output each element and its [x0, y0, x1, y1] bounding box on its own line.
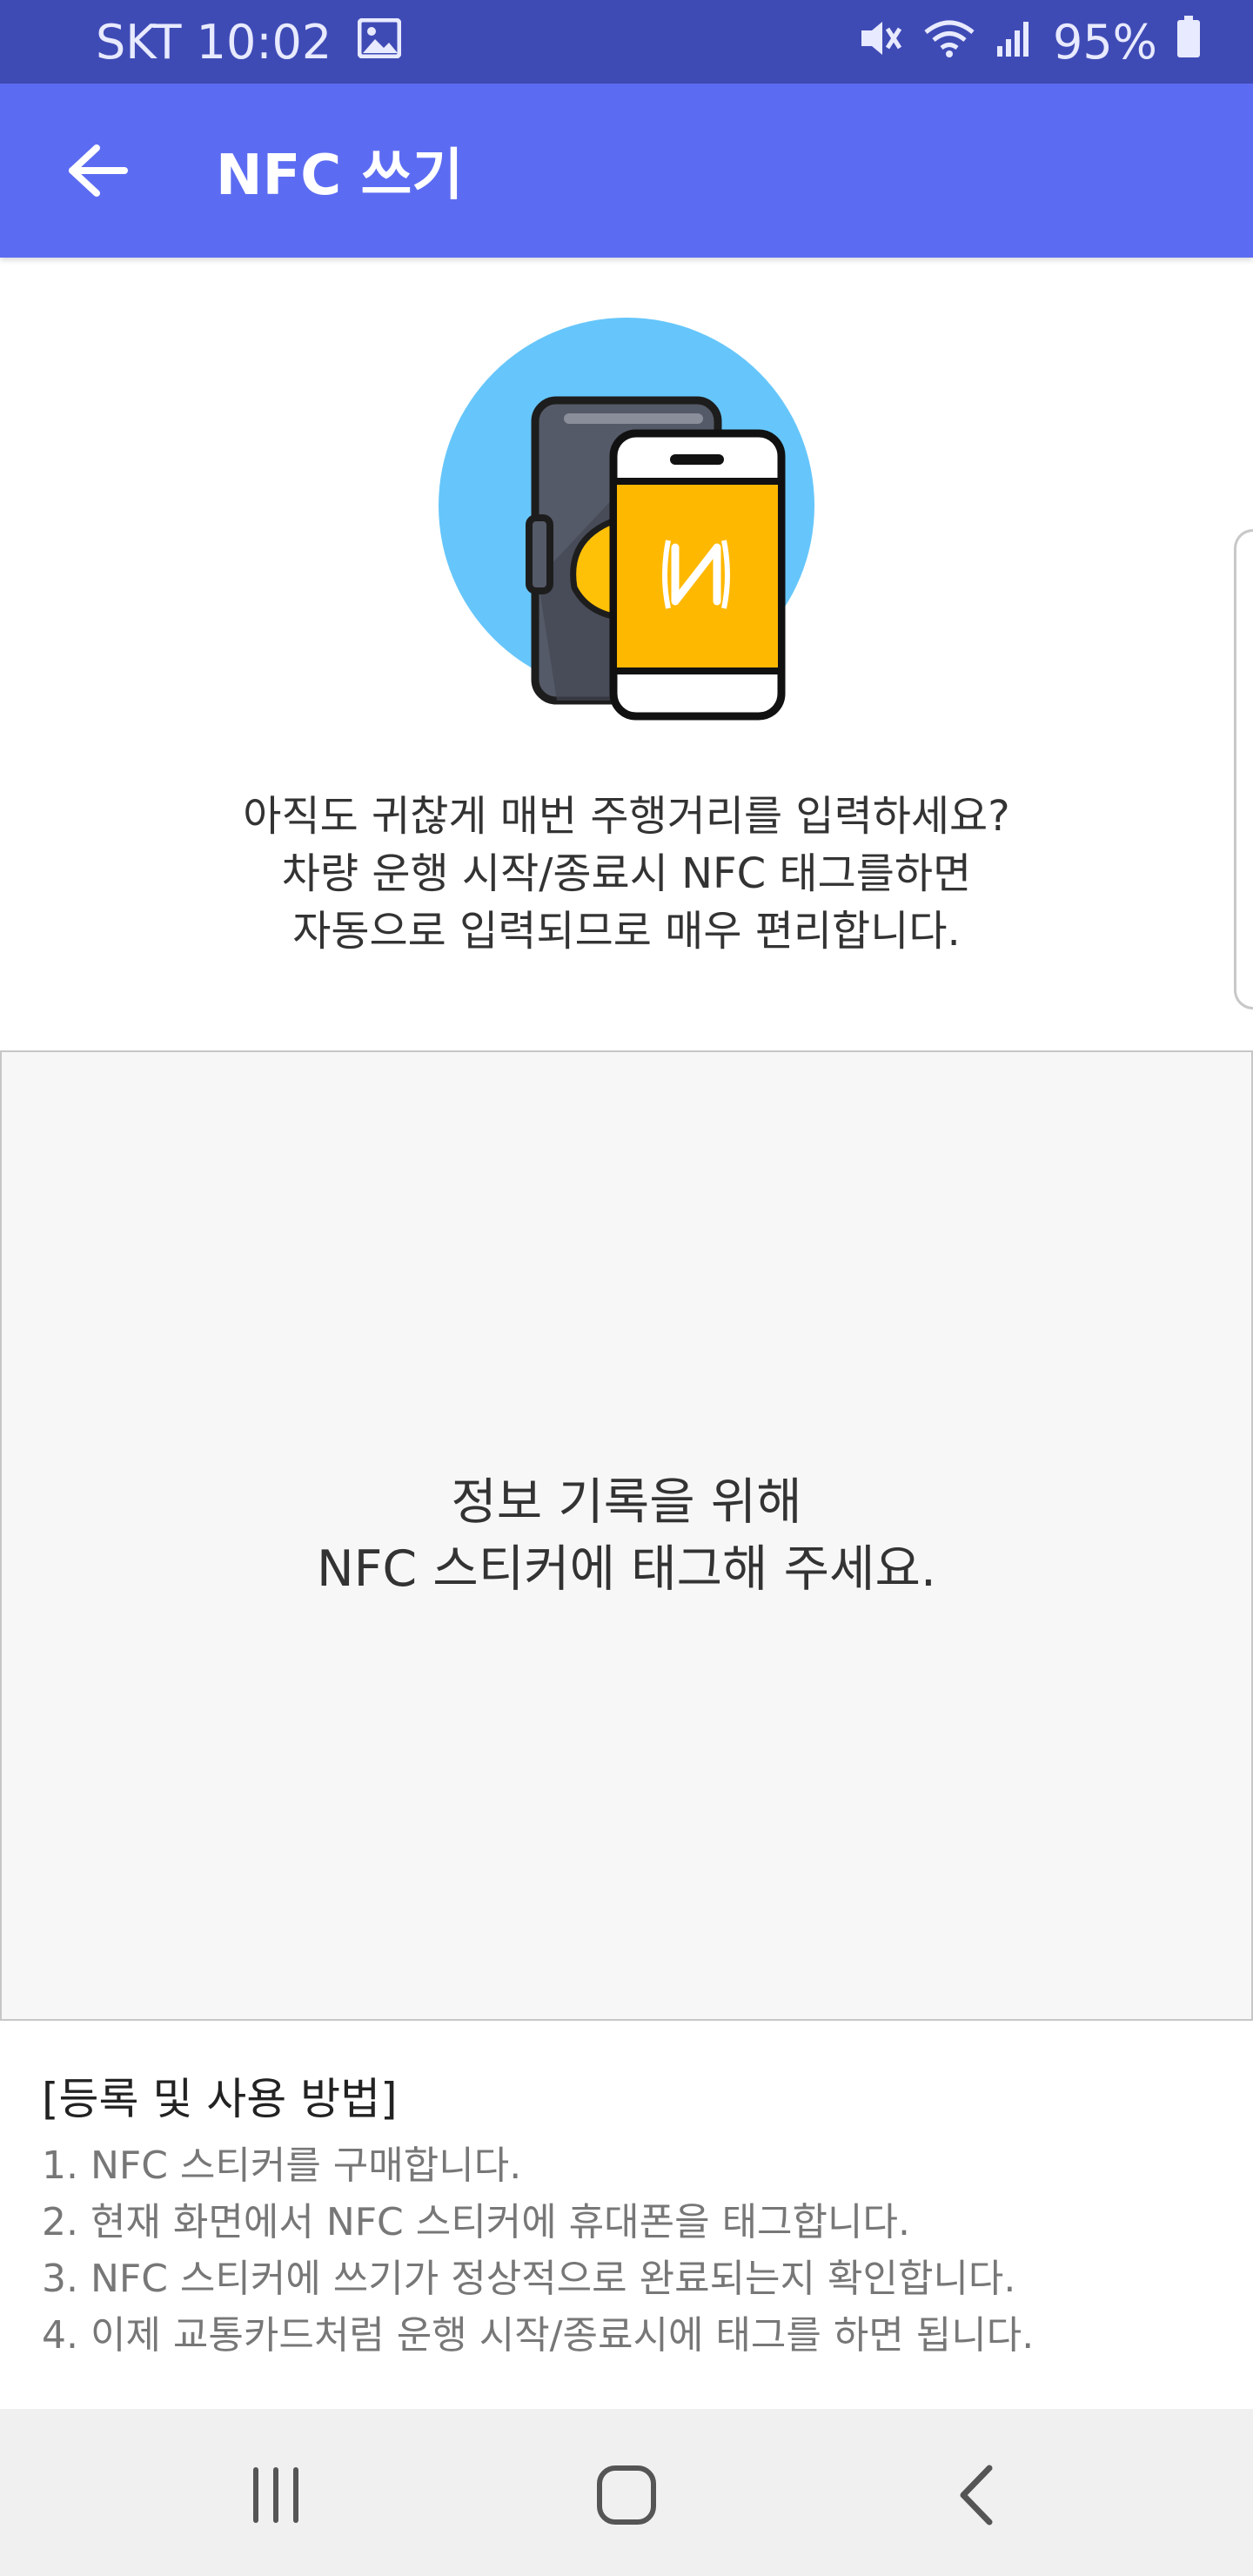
app-bar: NFC 쓰기	[0, 84, 1253, 258]
home-icon	[597, 2465, 656, 2525]
system-nav-bar	[0, 2409, 1253, 2576]
howto-title: [등록 및 사용 방법]	[42, 2074, 398, 2124]
battery-icon	[1176, 15, 1201, 70]
recent-apps-button[interactable]	[228, 2447, 324, 2543]
tag-instruction-line-1: 정보 기록을 위해	[451, 1472, 802, 1531]
nfc-tag-area: 정보 기록을 위해 NFC 스티커에 태그해 주세요.	[0, 1050, 1253, 2021]
system-back-button[interactable]	[929, 2447, 1025, 2543]
arrow-left-icon	[69, 144, 128, 197]
carrier-time: SKT 10:02	[96, 14, 332, 70]
tag-instruction-line-2: NFC 스티커에 태그해 주세요.	[316, 1540, 937, 1598]
recent-apps-icon	[253, 2467, 298, 2523]
wifi-icon	[922, 15, 976, 70]
status-bar: SKT 10:02 95%	[0, 0, 1253, 84]
howto-step: 1. NFC 스티커를 구매합니다.	[42, 2143, 522, 2188]
intro-line-3: 자동으로 입력되므로 매우 편리합니다.	[292, 907, 961, 956]
vibrate-mute-icon	[858, 15, 903, 70]
signal-icon	[995, 15, 1034, 70]
edge-panel-handle[interactable]	[1234, 529, 1253, 1010]
home-button[interactable]	[579, 2447, 674, 2543]
howto-step: 4. 이제 교통카드처럼 운행 시작/종료시에 태그를 하면 됩니다.	[42, 2313, 1035, 2358]
back-icon	[960, 2465, 993, 2526]
intro-line-1: 아직도 귀찮게 매번 주행거리를 입력하세요?	[243, 792, 1010, 841]
intro-line-2: 차량 운행 시작/종료시 NFC 태그를하면	[281, 849, 972, 898]
howto-section: [등록 및 사용 방법] 1. NFC 스티커를 구매합니다. 2. 현재 화면…	[42, 2064, 1225, 2364]
page-title: NFC 쓰기	[216, 144, 464, 208]
gallery-icon	[357, 15, 402, 70]
nfc-phones-illustration	[435, 318, 818, 727]
intro-text: 아직도 귀찮게 매번 주행거리를 입력하세요? 차량 운행 시작/종료시 NFC…	[0, 788, 1253, 960]
back-button[interactable]	[50, 123, 146, 218]
battery-percent: 95%	[1052, 14, 1157, 70]
howto-step: 2. 현재 화면에서 NFC 스티커에 휴대폰을 태그합니다.	[42, 2200, 910, 2244]
howto-step: 3. NFC 스티커에 쓰기가 정상적으로 완료되는지 확인합니다.	[42, 2257, 1016, 2301]
